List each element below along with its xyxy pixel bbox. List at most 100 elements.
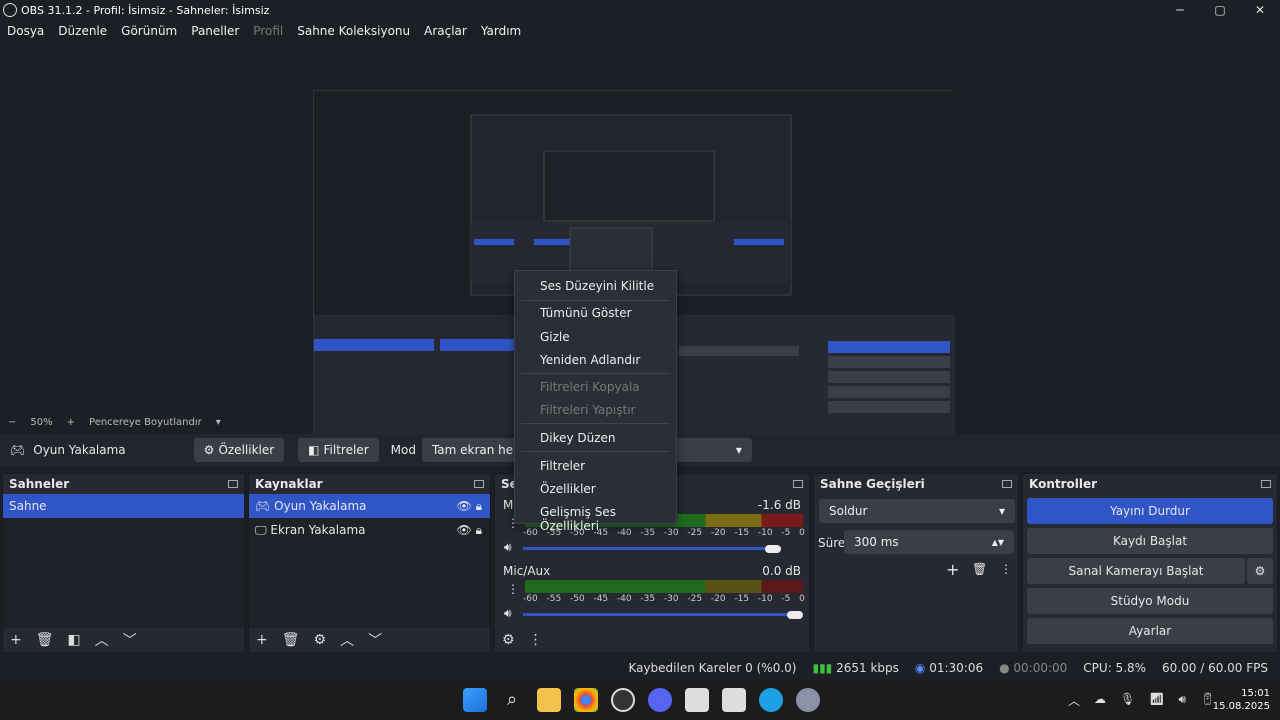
chevron-down-icon[interactable]: ▾ <box>216 417 221 428</box>
menu-help[interactable]: Yardım <box>481 24 521 38</box>
kebab-menu-icon[interactable]: ⋮ <box>529 632 543 648</box>
menu-file[interactable]: Dosya <box>7 24 44 38</box>
speaker-icon[interactable]: 🔊︎ <box>504 606 512 621</box>
add-icon[interactable]: + <box>10 632 22 648</box>
chrome-icon[interactable] <box>574 688 598 712</box>
menu-tools[interactable]: Araçlar <box>424 24 467 38</box>
discord-icon[interactable] <box>648 688 672 712</box>
studio-mode-button[interactable]: Stüdyo Modu <box>1027 588 1273 614</box>
speaker-icon[interactable]: 🔊︎ <box>504 540 512 555</box>
menu-item-unhide-all[interactable]: Tümünü Göster <box>540 306 632 320</box>
scene-item[interactable]: Sahne <box>3 494 244 518</box>
menu-profile[interactable]: Profil <box>253 24 283 38</box>
source-item-display-capture[interactable]: 🖵︎ Ekran Yakalama 👁︎ 🔒︎ <box>249 518 490 542</box>
obs-icon[interactable] <box>611 688 635 712</box>
eye-icon[interactable]: 👁︎ <box>457 499 472 513</box>
menu-item-filters[interactable]: Filtreler <box>540 459 585 473</box>
start-virtual-camera-button[interactable]: Sanal Kamerayı Başlat <box>1027 558 1245 584</box>
undock-icon[interactable] <box>228 480 238 488</box>
settings-icon[interactable] <box>796 688 820 712</box>
stop-streaming-button[interactable]: Yayını Durdur <box>1027 498 1273 524</box>
move-down-icon[interactable]: ﹀ <box>123 630 137 650</box>
menu-bar: Dosya Düzenle Görünüm Paneller Profil Sa… <box>0 20 1280 42</box>
filter-icon[interactable]: ◧ <box>68 632 81 648</box>
wifi-icon[interactable]: 📶︎ <box>1149 692 1164 709</box>
move-up-icon[interactable]: ︿ <box>340 630 354 650</box>
kebab-menu-icon[interactable]: ⋮ <box>1000 562 1012 576</box>
tick-label: -15 <box>734 594 750 604</box>
volume-slider[interactable] <box>523 613 793 616</box>
mixer-settings-icon[interactable]: ⚙ <box>502 632 515 648</box>
menu-item-copy-filters[interactable]: Filtreleri Kopyala <box>540 380 640 394</box>
app-icon[interactable] <box>759 688 783 712</box>
start-recording-button[interactable]: Kaydı Başlat <box>1027 528 1273 554</box>
app-icon[interactable] <box>722 688 746 712</box>
maximize-button[interactable]: ▢ <box>1200 0 1240 20</box>
menu-item-paste-filters[interactable]: Filtreleri Yapıştır <box>540 403 635 417</box>
minimize-button[interactable]: ─ <box>1160 0 1200 20</box>
fit-to-window-select[interactable]: Pencereye Boyutlandır <box>89 417 202 428</box>
kebab-menu-icon[interactable]: ⋮ <box>507 582 519 596</box>
tick-label: 0 <box>799 594 805 604</box>
zoom-out-button[interactable]: − <box>8 417 16 428</box>
properties-button[interactable]: ⚙ Özellikler <box>193 438 285 462</box>
menu-item-advanced-audio[interactable]: Gelişmiş Ses Özellikleri <box>540 505 676 533</box>
volume-icon[interactable]: 🔊︎ <box>1178 692 1186 709</box>
microphone-icon[interactable]: 🎙︎ <box>1120 692 1135 709</box>
volume-slider-handle[interactable] <box>765 545 781 553</box>
menu-scene-collection[interactable]: Sahne Koleksiyonu <box>297 24 410 38</box>
lock-icon[interactable]: 🔒︎ <box>476 523 482 537</box>
tick-label: -30 <box>663 594 679 604</box>
menu-edit[interactable]: Düzenle <box>58 24 107 38</box>
undock-icon[interactable] <box>1002 480 1012 488</box>
move-down-icon[interactable]: ﹀ <box>368 630 382 650</box>
filters-button[interactable]: ◧ Filtreler <box>298 438 379 462</box>
cloud-icon[interactable]: ☁ <box>1094 692 1106 709</box>
menu-view[interactable]: Görünüm <box>121 24 177 38</box>
settings-button[interactable]: Ayarlar <box>1027 618 1273 644</box>
app-icon[interactable] <box>685 688 709 712</box>
zoom-in-button[interactable]: + <box>67 417 75 428</box>
spinner-icon[interactable]: ▲▼ <box>992 538 1004 547</box>
menu-item-rename[interactable]: Yeniden Adlandır <box>540 353 640 367</box>
menu-docks[interactable]: Paneller <box>191 24 239 38</box>
properties-button-label: Özellikler <box>218 443 275 457</box>
search-icon[interactable]: ⌕ <box>500 688 524 712</box>
move-up-icon[interactable]: ︿ <box>95 630 109 650</box>
undock-icon[interactable] <box>1261 480 1271 488</box>
menu-item-vertical-layout[interactable]: Dikey Düzen <box>540 431 616 445</box>
trash-icon[interactable]: 🗑︎ <box>972 562 987 576</box>
clock[interactable]: 15:01 15.08.2025 <box>1213 687 1270 713</box>
chevron-up-icon[interactable]: ︿ <box>1068 692 1080 709</box>
title-bar: OBS 31.1.2 - Profil: İsimsiz - Sahneler:… <box>0 0 1280 20</box>
scenes-dock: Sahneler Sahne + 🗑︎ ◧ ︿ ﹀ <box>2 473 245 653</box>
tick-label: -60 <box>523 528 538 538</box>
file-explorer-icon[interactable] <box>537 688 561 712</box>
volume-slider-handle[interactable] <box>787 611 803 619</box>
lock-icon[interactable]: 🔒︎ <box>476 499 482 513</box>
undock-icon[interactable] <box>474 480 484 488</box>
gear-icon[interactable]: ⚙ <box>1247 558 1273 584</box>
trash-icon[interactable]: 🗑︎ <box>282 632 300 648</box>
undock-icon[interactable] <box>793 480 803 488</box>
source-label: Oyun Yakalama <box>274 499 367 513</box>
zoom-level: 50% <box>30 416 53 428</box>
filters-button-label: Filtreler <box>323 443 369 457</box>
volume-slider[interactable] <box>523 547 775 550</box>
tick-label: -55 <box>546 594 562 604</box>
transition-select[interactable]: Soldur ▾ <box>819 499 1015 523</box>
close-button[interactable]: ✕ <box>1240 0 1280 20</box>
menu-item-hide[interactable]: Gizle <box>540 330 570 344</box>
start-icon[interactable] <box>463 688 487 712</box>
add-icon[interactable]: + <box>946 560 959 579</box>
menu-item-properties[interactable]: Özellikler <box>540 482 596 496</box>
add-icon[interactable]: + <box>256 632 268 648</box>
gear-icon[interactable]: ⚙ <box>314 632 327 648</box>
source-item-game-capture[interactable]: 🎮︎ Oyun Yakalama 👁︎ 🔒︎ <box>249 494 490 518</box>
menu-item-lock-volume[interactable]: Ses Düzeyini Kilitle <box>540 279 654 293</box>
cpu-usage: CPU: 5.8% <box>1083 661 1147 675</box>
eye-icon[interactable]: 👁︎ <box>457 523 472 537</box>
trash-icon[interactable]: 🗑︎ <box>36 632 54 648</box>
tick-label: -50 <box>569 594 585 604</box>
duration-input[interactable]: 300 ms ▲▼ <box>844 530 1014 554</box>
